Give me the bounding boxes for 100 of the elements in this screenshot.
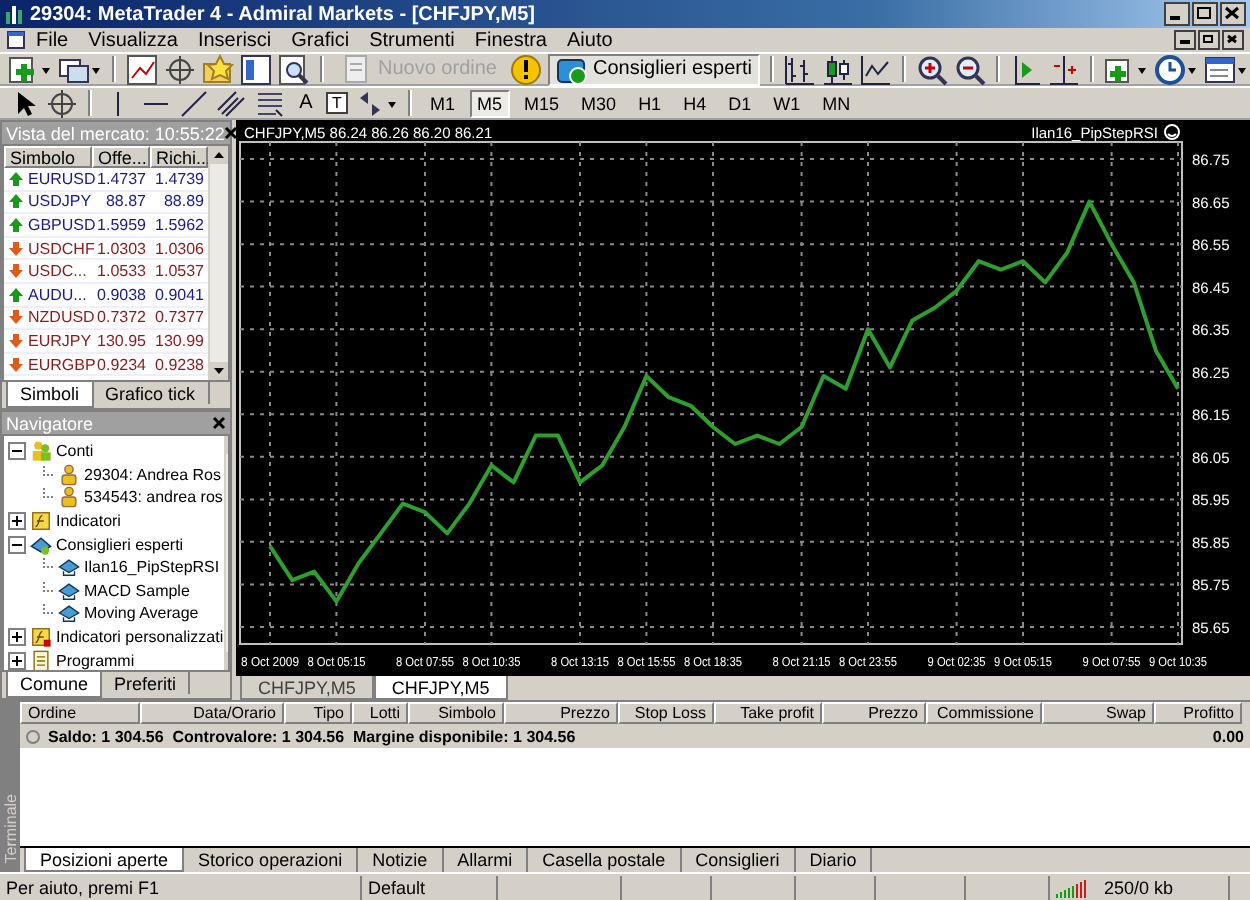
tab[interactable]: Consiglieri xyxy=(681,848,796,872)
windows-icon[interactable] xyxy=(58,53,102,85)
menu-item[interactable]: File xyxy=(26,29,79,51)
tab[interactable]: Notizie xyxy=(358,848,444,872)
column-header[interactable]: Lotti xyxy=(352,702,408,724)
zoom-in-icon[interactable] xyxy=(915,53,948,85)
column-header[interactable]: Tipo xyxy=(284,702,352,724)
minimize-icon[interactable] xyxy=(1174,30,1196,50)
line-chart-icon[interactable] xyxy=(859,53,892,85)
fibonacci-icon[interactable] xyxy=(254,87,286,119)
tree-item[interactable]: Indicatori xyxy=(56,512,121,531)
column-header[interactable]: Take profit xyxy=(714,702,822,724)
timeframe-button[interactable]: M30 xyxy=(573,89,625,117)
tree-item[interactable]: Ilan16_PipStepRSI xyxy=(84,558,220,577)
expand-icon[interactable] xyxy=(8,651,26,670)
crosshair-icon[interactable] xyxy=(164,53,196,85)
timeframe-button[interactable]: H1 xyxy=(630,89,670,117)
tab[interactable]: Posizioni aperte xyxy=(24,848,185,872)
timeframe-button[interactable]: MN xyxy=(814,89,859,117)
warning-icon[interactable] xyxy=(510,53,543,85)
tab[interactable]: Casella postale xyxy=(528,848,682,872)
column-header[interactable]: Profitto xyxy=(1154,702,1242,724)
timeframe-button[interactable]: D1 xyxy=(720,89,760,117)
timeframe-button[interactable]: M15 xyxy=(516,89,568,117)
tab[interactable]: Simboli xyxy=(6,382,94,408)
tree-item[interactable]: Programmi xyxy=(56,651,135,670)
chart-tab[interactable]: CHFJPY,M5 xyxy=(240,676,374,700)
maximize-icon[interactable] xyxy=(1198,30,1220,50)
column-header[interactable]: Stop Loss xyxy=(618,702,714,724)
symbol-name[interactable]: AUDU... xyxy=(28,285,87,304)
symbol-name[interactable]: EURUSD xyxy=(28,169,96,188)
symbol-name[interactable]: EURJPY xyxy=(28,331,92,350)
timeframe-button[interactable]: W1 xyxy=(765,89,809,117)
tree-item[interactable]: Conti xyxy=(56,442,94,461)
column-header[interactable]: Data/Orario xyxy=(140,702,284,724)
column-header[interactable]: Commissione xyxy=(926,702,1042,724)
expand-icon[interactable] xyxy=(8,628,26,647)
symbol-name[interactable]: USDCHF xyxy=(28,239,95,258)
column-header[interactable]: Ordine xyxy=(20,702,140,724)
tab[interactable]: Comune xyxy=(6,672,103,698)
close-icon[interactable] xyxy=(212,416,226,430)
scroll-down-icon[interactable] xyxy=(210,362,228,380)
tree-item[interactable]: 534543: andrea ros xyxy=(84,488,223,507)
timeframe-button[interactable]: M1 xyxy=(422,89,464,117)
chart-tab[interactable]: CHFJPY,M5 xyxy=(373,676,508,700)
menu-item[interactable]: Finestra xyxy=(464,29,557,51)
minimize-icon[interactable] xyxy=(1164,2,1190,26)
tree-item[interactable]: Moving Average xyxy=(84,604,199,623)
timeframe-button[interactable]: H4 xyxy=(675,89,715,117)
chart-shift-icon[interactable] xyxy=(1047,53,1080,85)
trend-line-icon[interactable] xyxy=(178,87,210,119)
magnifier-doc-icon[interactable] xyxy=(278,53,310,85)
bar-chart-icon[interactable] xyxy=(783,53,816,85)
maximize-icon[interactable] xyxy=(1192,2,1218,26)
column-header[interactable]: Offe... xyxy=(92,146,150,168)
tab[interactable]: Grafico tick xyxy=(93,382,210,404)
column-header[interactable]: Simbolo xyxy=(4,146,92,168)
symbol-name[interactable]: USDJPY xyxy=(28,192,92,211)
symbol-name[interactable]: NZDUSD xyxy=(28,308,95,327)
chart-window-icon[interactable] xyxy=(126,53,158,85)
tree-item[interactable]: 29304: Andrea Ros xyxy=(84,465,221,484)
tree-item[interactable]: MACD Sample xyxy=(84,581,190,600)
clock-icon[interactable] xyxy=(1153,53,1198,85)
column-header[interactable]: Prezzo xyxy=(504,702,618,724)
close-icon[interactable] xyxy=(224,126,239,140)
candlestick-icon[interactable] xyxy=(821,53,854,85)
tree-item[interactable]: Indicatori personalizzati xyxy=(56,628,224,647)
symbol-name[interactable]: USDC... xyxy=(28,262,87,281)
tab[interactable]: Preferiti xyxy=(102,672,191,694)
column-header[interactable]: Simbolo xyxy=(408,702,504,724)
star-folder-icon[interactable] xyxy=(202,53,234,85)
menu-item[interactable]: Grafici xyxy=(281,29,360,51)
scroll-up-icon[interactable] xyxy=(210,146,228,164)
tab[interactable]: Storico operazioni xyxy=(184,848,359,872)
collapse-icon[interactable] xyxy=(8,535,26,554)
menu-item[interactable]: Strumenti xyxy=(359,29,465,51)
text-tool-button[interactable]: A xyxy=(292,89,320,117)
zoom-out-icon[interactable] xyxy=(953,53,986,85)
tab[interactable]: Allarmi xyxy=(443,848,529,872)
plus-icon[interactable] xyxy=(8,53,52,85)
tree-item[interactable]: Consiglieri esperti xyxy=(56,535,184,554)
expand-icon[interactable] xyxy=(8,512,26,531)
menu-item[interactable]: Aiuto xyxy=(556,29,623,51)
close-icon[interactable] xyxy=(1222,30,1244,50)
text-tool-button[interactable]: T xyxy=(326,92,348,114)
collapse-icon[interactable] xyxy=(8,442,26,461)
crosshair-icon[interactable] xyxy=(46,87,78,119)
menu-item[interactable]: Visualizza xyxy=(78,29,188,51)
scrollbar[interactable] xyxy=(208,146,228,380)
channel-icon[interactable] xyxy=(216,87,248,119)
template-icon[interactable] xyxy=(1203,53,1248,85)
tab[interactable]: Diario xyxy=(795,848,873,872)
column-header[interactable]: Prezzo xyxy=(822,702,926,724)
column-header[interactable]: Richi... xyxy=(150,146,208,168)
symbol-name[interactable]: EURGBP xyxy=(28,355,96,374)
panel-icon[interactable] xyxy=(240,53,272,85)
column-header[interactable]: Swap xyxy=(1042,702,1154,724)
symbol-name[interactable]: GBPUSD xyxy=(28,215,96,234)
toolbar-button[interactable]: Consiglieri esperti xyxy=(548,53,760,85)
timeframe-button[interactable]: M5 xyxy=(469,89,511,117)
